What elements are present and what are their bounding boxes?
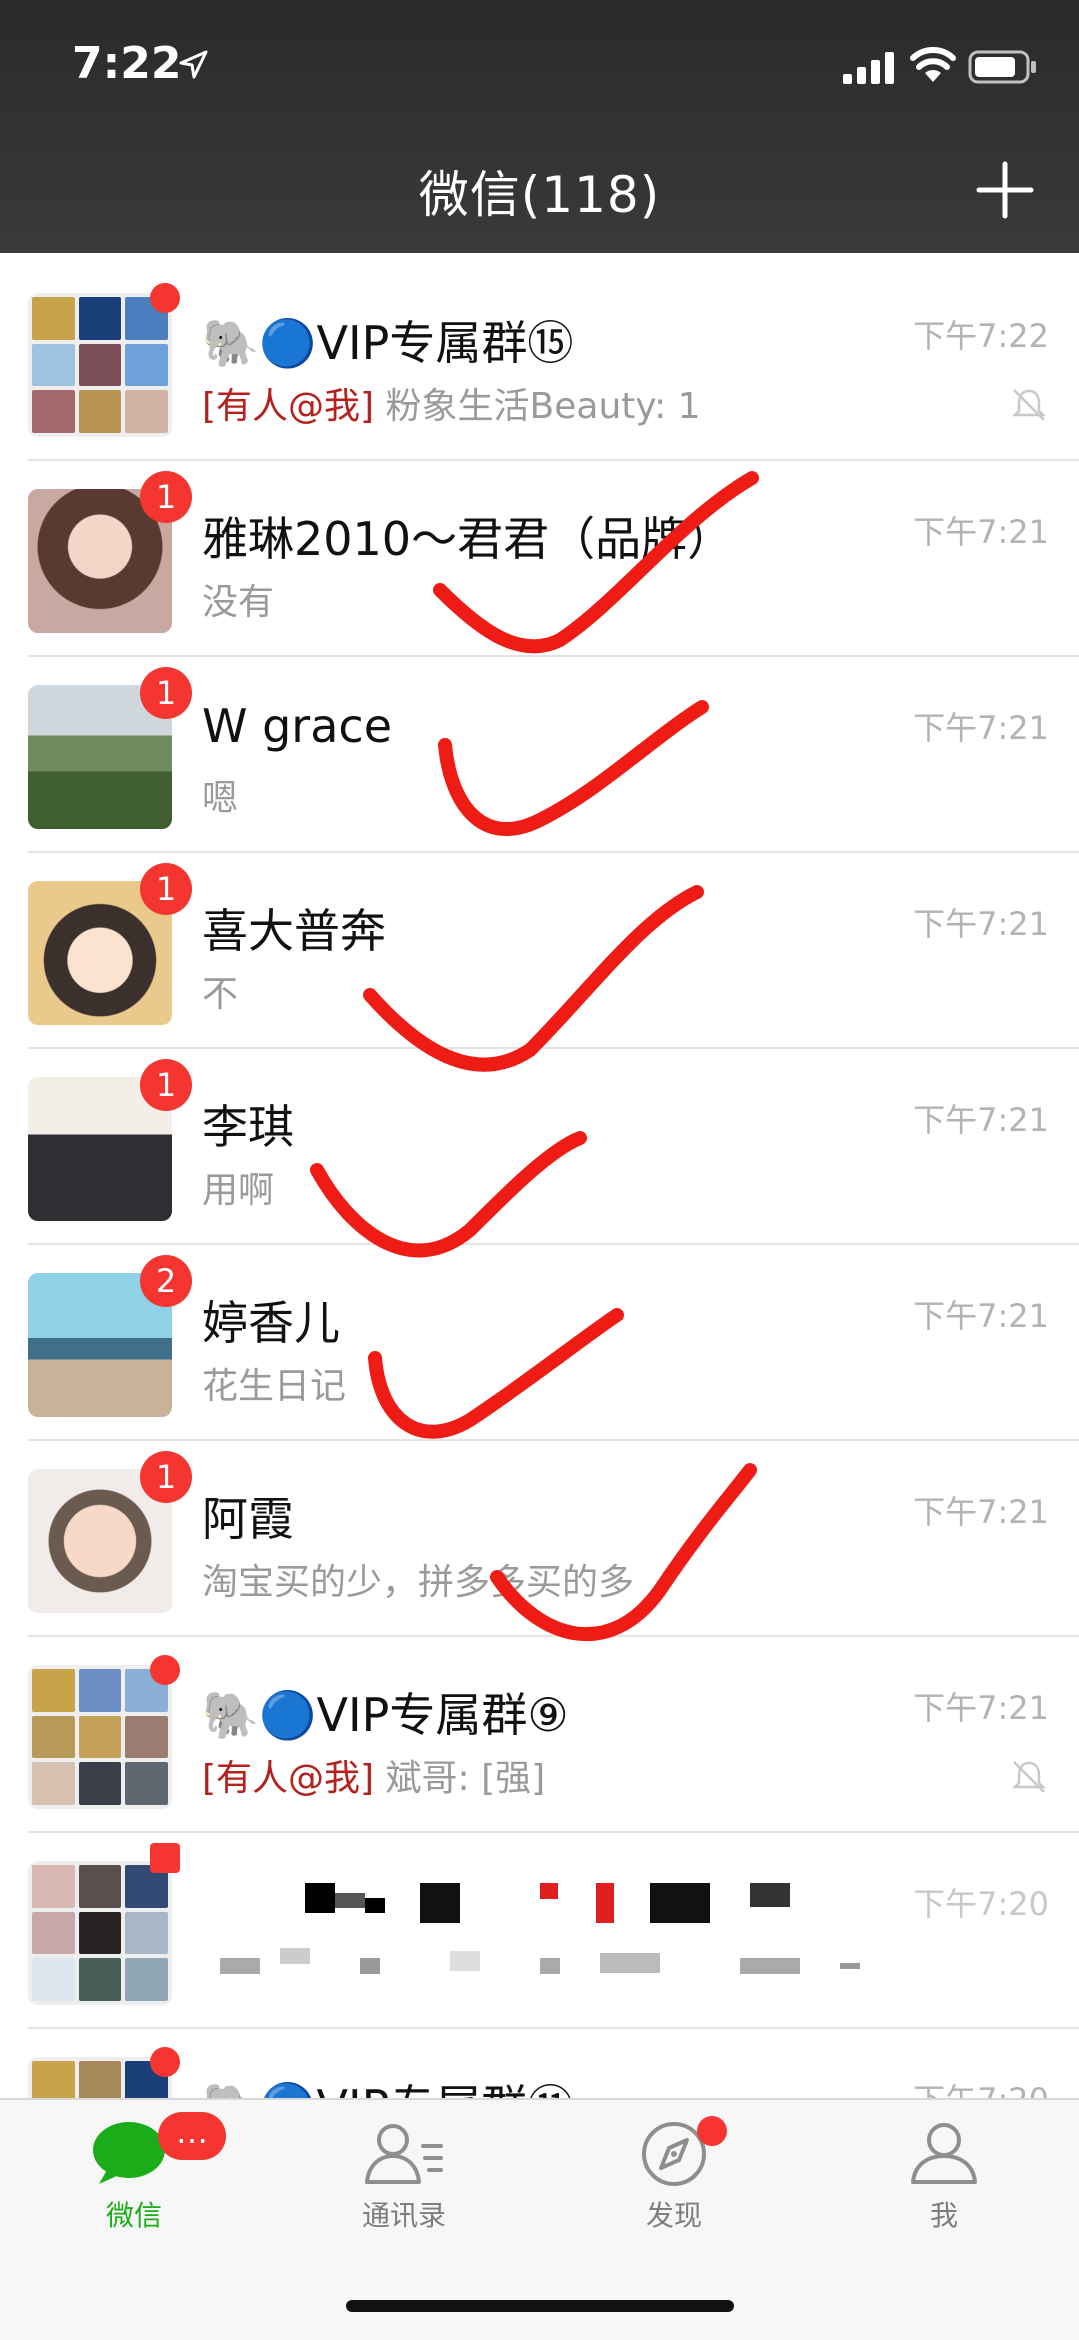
chat-preview: 不 (202, 974, 239, 1015)
chat-row[interactable]: 1 李琪 用啊 下午7:21 (0, 1049, 1079, 1245)
chat-row[interactable]: 🐘🔵VIP专属群⑮ [有人@我] 粉象生活Beauty: 1 下午7:22 (0, 265, 1079, 461)
chat-name: W grace (202, 699, 392, 753)
chat-name: 🐘🔵VIP专属群⑨ (202, 1688, 569, 1742)
group-avatar (28, 1861, 172, 2005)
chat-list[interactable]: 🐘🔵VIP专属群⑮ [有人@我] 粉象生活Beauty: 1 下午7:22 1 … (0, 253, 1079, 2098)
add-plus-icon[interactable] (975, 160, 1035, 220)
chat-preview: 用啊 (202, 1170, 275, 1211)
chat-preview-text: 粉象生活Beauty: 1 (385, 386, 701, 427)
unread-badge: 1 (140, 667, 192, 719)
chat-name: 李琪 (202, 1100, 294, 1154)
chat-time: 下午7:21 (913, 1689, 1049, 1727)
chat-time: 下午7:21 (913, 905, 1049, 943)
chat-preview: 淘宝买的少，拼多多买的多 (202, 1562, 635, 1603)
chat-row[interactable]: 1 喜大普奔 不 下午7:21 (0, 853, 1079, 1049)
chat-time: 下午7:21 (913, 709, 1049, 747)
chat-preview: 花生日记 (202, 1366, 347, 1407)
tab-label: 微信 (105, 2199, 162, 2232)
chat-name: 婷香儿 (202, 1296, 340, 1350)
chat-preview: [有人@我] 斌哥: [强] (202, 1749, 545, 1801)
unread-badge: 1 (140, 471, 192, 523)
unread-badge: 1 (140, 1451, 192, 1503)
chat-name: 🐘🔵VIP专属群⑮ (202, 316, 574, 370)
group-avatar (28, 1665, 172, 1809)
person-icon (911, 2123, 977, 2184)
chat-row[interactable]: 下午7:20 (0, 1833, 1079, 2029)
contacts-icon (365, 2124, 443, 2184)
chat-row[interactable]: 1 阿霞 淘宝买的少，拼多多买的多 下午7:21 (0, 1441, 1079, 1637)
chat-row[interactable]: 2 婷香儿 花生日记 下午7:21 (0, 1245, 1079, 1441)
group-avatar (28, 293, 172, 437)
unread-badge: 1 (140, 1059, 192, 1111)
chat-row[interactable]: 🐘🔵VIP专属群⑪ 下午7:20 (0, 2029, 1079, 2098)
home-indicator[interactable] (346, 2300, 734, 2312)
tab-badge: … (158, 2112, 226, 2160)
mention-tag: [有人@我] (202, 386, 375, 427)
mute-bell-icon (1011, 1761, 1047, 1793)
chat-row[interactable]: 🐘🔵VIP专属群⑨ [有人@我] 斌哥: [强] 下午7:21 (0, 1637, 1079, 1833)
unread-dot (150, 283, 180, 313)
chat-name: 喜大普奔 (202, 904, 386, 958)
tab-label: 发现 (645, 2199, 702, 2232)
unread-dot (150, 1843, 180, 1873)
chat-preview: [有人@我] 粉象生活Beauty: 1 (202, 377, 701, 429)
chat-name: 阿霞 (202, 1492, 294, 1546)
chat-time: 下午7:20 (913, 1885, 1049, 1923)
unread-badge: 2 (140, 1255, 192, 1307)
chat-row[interactable]: 1 W grace 嗯 下午7:21 (0, 657, 1079, 853)
chat-time: 下午7:21 (913, 1297, 1049, 1335)
chat-time: 下午7:20 (913, 2075, 1049, 2098)
chat-time: 下午7:21 (913, 1101, 1049, 1139)
chat-time: 下午7:21 (913, 513, 1049, 551)
chat-preview-text: 斌哥: [强] (385, 1758, 546, 1799)
tab-me[interactable]: 我 (844, 2118, 1044, 2234)
unread-dot (150, 2047, 180, 2077)
location-arrow-icon (179, 50, 208, 79)
chat-name: 🐘🔵VIP专属群⑪ (202, 2071, 573, 2098)
chat-preview: 嗯 (202, 778, 239, 819)
nav-header: 7:22 微信(118) (0, 0, 1079, 253)
chat-time: 下午7:21 (913, 1493, 1049, 1531)
chat-time: 下午7:22 (913, 317, 1049, 355)
chat-preview: 没有 (202, 582, 275, 623)
status-bar: 7:22 (0, 0, 1079, 130)
page-title: 微信(118) (418, 166, 661, 224)
tab-discover[interactable]: 发现 (574, 2118, 774, 2234)
chat-name: 雅琳2010～君君（品牌） (202, 512, 734, 566)
battery-icon (968, 50, 1036, 84)
tab-label: 通讯录 (361, 2199, 446, 2232)
wifi-icon (910, 47, 956, 82)
tab-label: 我 (929, 2199, 958, 2232)
tab-contacts[interactable]: 通讯录 (304, 2118, 504, 2234)
discover-unread-dot (697, 2116, 727, 2146)
cellular-signal-icon (843, 52, 894, 84)
chat-row[interactable]: 1 雅琳2010～君君（品牌） 没有 下午7:21 (0, 461, 1079, 657)
mute-bell-icon (1011, 389, 1047, 421)
unread-dot (150, 1655, 180, 1685)
mention-tag: [有人@我] (202, 1758, 375, 1799)
unread-badge: 1 (140, 863, 192, 915)
pixelated-redaction (220, 1883, 860, 1974)
status-time: 7:22 (72, 38, 182, 89)
